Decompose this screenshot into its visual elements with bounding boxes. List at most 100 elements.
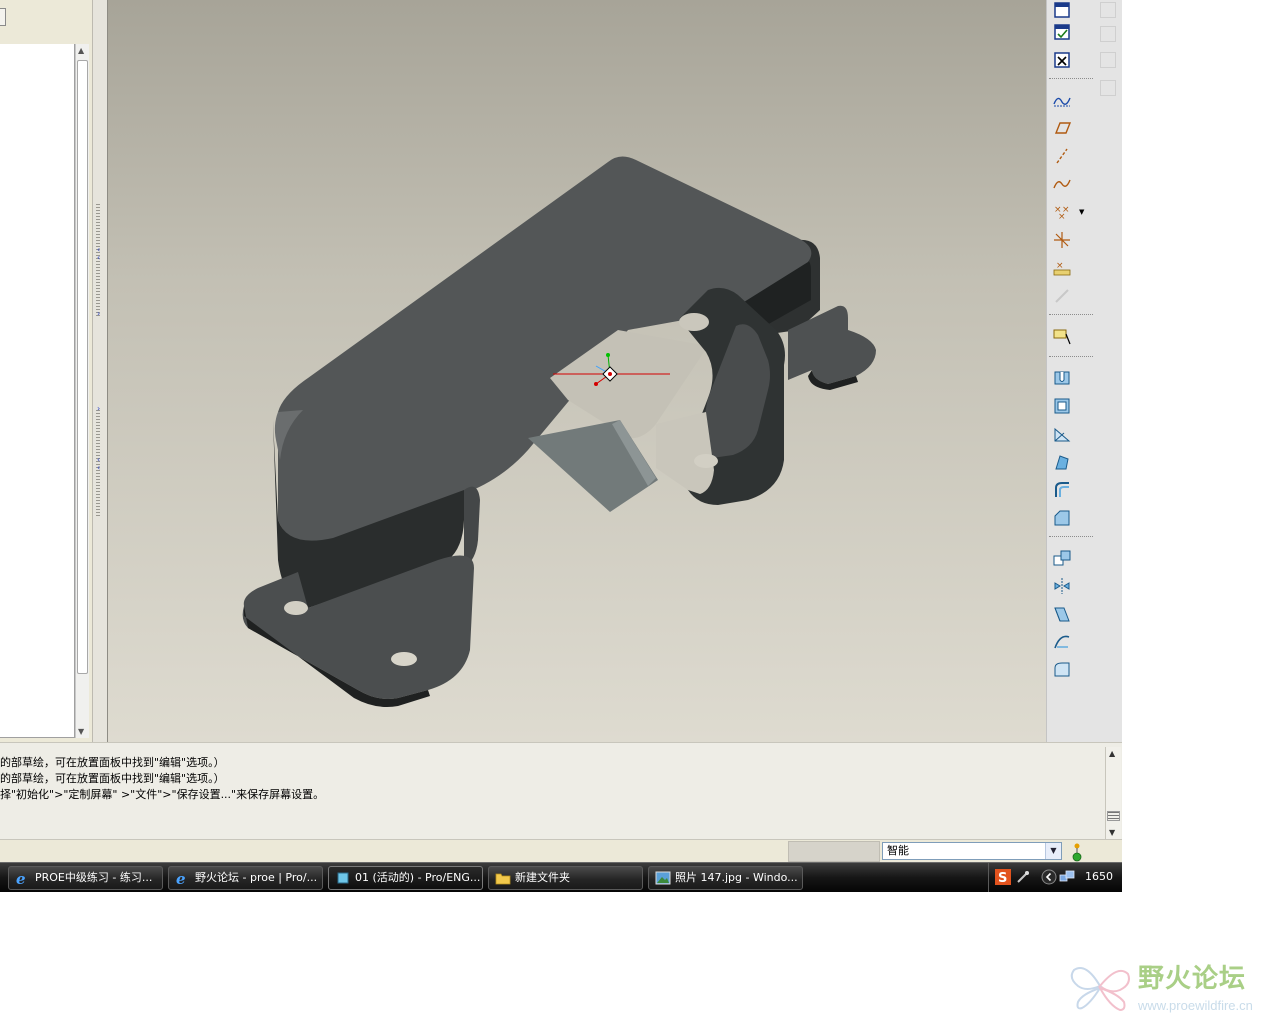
image-viewer-icon [655,871,671,885]
draft-icon[interactable] [1051,452,1073,472]
scroll-thumb[interactable] [1107,811,1120,821]
svg-text:×: × [1058,212,1066,222]
csys-origin-dot [608,372,612,376]
datum-plane-icon[interactable] [1051,118,1073,138]
input-method-icon[interactable]: S [995,869,1011,885]
window-icon[interactable] [1051,0,1073,20]
analysis-feature-icon[interactable]: × [1051,258,1073,278]
message-area: 的部草绘，可在放置面板中找到"编辑"选项。） 的部草绘，可在放置面板中找到"编辑… [0,742,1122,839]
scroll-down-icon[interactable]: ▼ [78,727,84,736]
collapse-left-icon[interactable]: ‹ ‹ [97,456,100,472]
taskbar-item-label: 01 (活动的) - Pro/ENG... [355,871,481,884]
tools-icon[interactable] [1015,869,1031,885]
status-field [788,841,880,862]
shell-icon[interactable] [1051,396,1073,416]
toolbar-separator [1049,314,1093,315]
folder-icon [495,873,511,885]
ie-icon: e [176,871,186,885]
datum-point-icon[interactable]: × ×× [1051,202,1073,222]
merge-icon[interactable] [1051,604,1073,624]
datum-axis-icon[interactable] [1051,146,1073,166]
window-check-icon[interactable] [1051,22,1073,42]
clock[interactable]: 1650 [1085,870,1113,883]
butterfly-logo-icon [1070,967,1130,1012]
taskbar-item-label: 照片 147.jpg - Windo... [675,871,798,884]
message-scrollbar[interactable]: ▲ ▼ [1105,747,1121,839]
proe-window: ▲ ▼ ‹ ‹ › › ‹ ‹ × × × × ▼ 的部草绘，可在放置面板中找到… [0,0,1280,1024]
watermark-url: www.proewildfire.cn [1138,998,1253,1013]
message-line: 的部草绘，可在放置面板中找到"编辑"选项。） [0,756,225,769]
taskbar-item-photo[interactable]: 照片 147.jpg - Windo... [648,866,803,890]
mount-hole [694,454,718,468]
disabled-tool-icon [1100,80,1116,96]
toolbar-separator [1049,78,1093,79]
datum-curve-icon[interactable] [1051,174,1073,194]
taskbar-item-label: 新建文件夹 [515,871,570,884]
ie-icon: e [16,871,26,885]
annotation-icon[interactable] [1051,326,1073,346]
svg-text:S: S [998,871,1007,885]
disabled-tool-icon [1100,52,1116,68]
selection-filter-value: 智能 [887,844,909,857]
disabled-tool-icon [1100,26,1116,42]
rib-icon[interactable] [1051,424,1073,444]
taskbar-item-label: PROE中级练习 - 练习... [35,871,153,884]
sheetmetal-part-model [242,156,876,707]
mirror-icon[interactable] [1051,576,1073,596]
scroll-up-icon[interactable]: ▲ [78,46,84,55]
chevron-down-icon[interactable]: ▼ [1045,843,1061,859]
panel-tab[interactable] [0,8,6,26]
hole-icon[interactable] [1051,368,1073,388]
disabled-datum-icon [1055,289,1069,303]
watermark-title: 野火论坛 [1138,964,1247,994]
svg-text:e: e [176,871,186,885]
mount-hole [284,601,308,615]
chamfer-icon[interactable] [1051,508,1073,528]
panel-splitter[interactable]: ‹ ‹ › › ‹ ‹ [92,0,108,742]
window-close-icon[interactable] [1051,50,1073,70]
message-lines: 的部草绘，可在放置面板中找到"编辑"选项。） 的部草绘，可在放置面板中找到"编辑… [0,755,324,803]
mount-hole [679,313,709,331]
copy-feature-icon[interactable] [1051,548,1073,568]
forum-watermark: 野火论坛 www.proewildfire.cn [1068,958,1280,1020]
message-line: 的部草绘，可在放置面板中找到"编辑"选项。） [0,772,225,785]
toolbar-separator [1049,356,1093,357]
expand-right-icon[interactable]: › [97,405,100,413]
scroll-down-icon[interactable]: ▼ [1109,828,1115,837]
graphics-viewport[interactable] [108,0,1046,742]
svg-text:e: e [16,871,26,885]
windows-taskbar: e PROE中级练习 - 练习... e 野火论坛 - proe | Pro/.… [0,862,1122,892]
taskbar-item-forum[interactable]: e 野火论坛 - proe | Pro/... [168,866,323,890]
collapse-left-icon[interactable]: ‹ ‹ [97,246,100,262]
csys-point [606,353,610,357]
toolbar-separator [1049,536,1093,537]
taskbar-item-proe-practice[interactable]: e PROE中级练习 - 练习... [8,866,163,890]
trim-icon[interactable] [1051,632,1073,652]
bend-side [464,486,480,568]
coordinate-system-icon[interactable] [1051,230,1073,250]
model-tree-panel: ▲ ▼ [0,0,92,742]
scroll-thumb[interactable] [77,60,88,674]
taskbar-item-proe-active[interactable]: 01 (活动的) - Pro/ENG... [328,866,483,890]
svg-text:×: × [1056,261,1064,271]
taskbar-item-folder[interactable]: 新建文件夹 [488,866,643,890]
selection-filter-dropdown[interactable]: 智能 ▼ [882,842,1062,860]
network-icon[interactable] [1059,869,1075,885]
extend-icon[interactable] [1051,660,1073,680]
message-line: 择"初始化">"定制屏幕" >"文件">"保存设置..."来保存屏幕设置。 [0,788,325,801]
taskbar-item-label: 野火论坛 - proe | Pro/... [195,871,318,884]
scroll-up-icon[interactable]: ▲ [1109,749,1115,758]
show-hidden-icons-icon[interactable] [1041,869,1057,885]
proe-icon [337,872,349,884]
datum-point-dropdown-icon[interactable]: ▼ [1079,208,1084,216]
sketch-tool-icon[interactable] [1051,90,1073,110]
expand-right-icon[interactable]: › [97,310,100,318]
regen-status-icon[interactable] [1070,842,1084,862]
round-icon[interactable] [1051,480,1073,500]
model-tree-scrollbar[interactable]: ▲ ▼ [75,44,89,738]
status-bar: 智能 ▼ [0,839,1122,862]
box-opening [656,412,714,494]
system-tray: S 1650 [988,863,1122,892]
disabled-tool-icon [1100,2,1116,18]
model-tree[interactable] [0,44,75,738]
